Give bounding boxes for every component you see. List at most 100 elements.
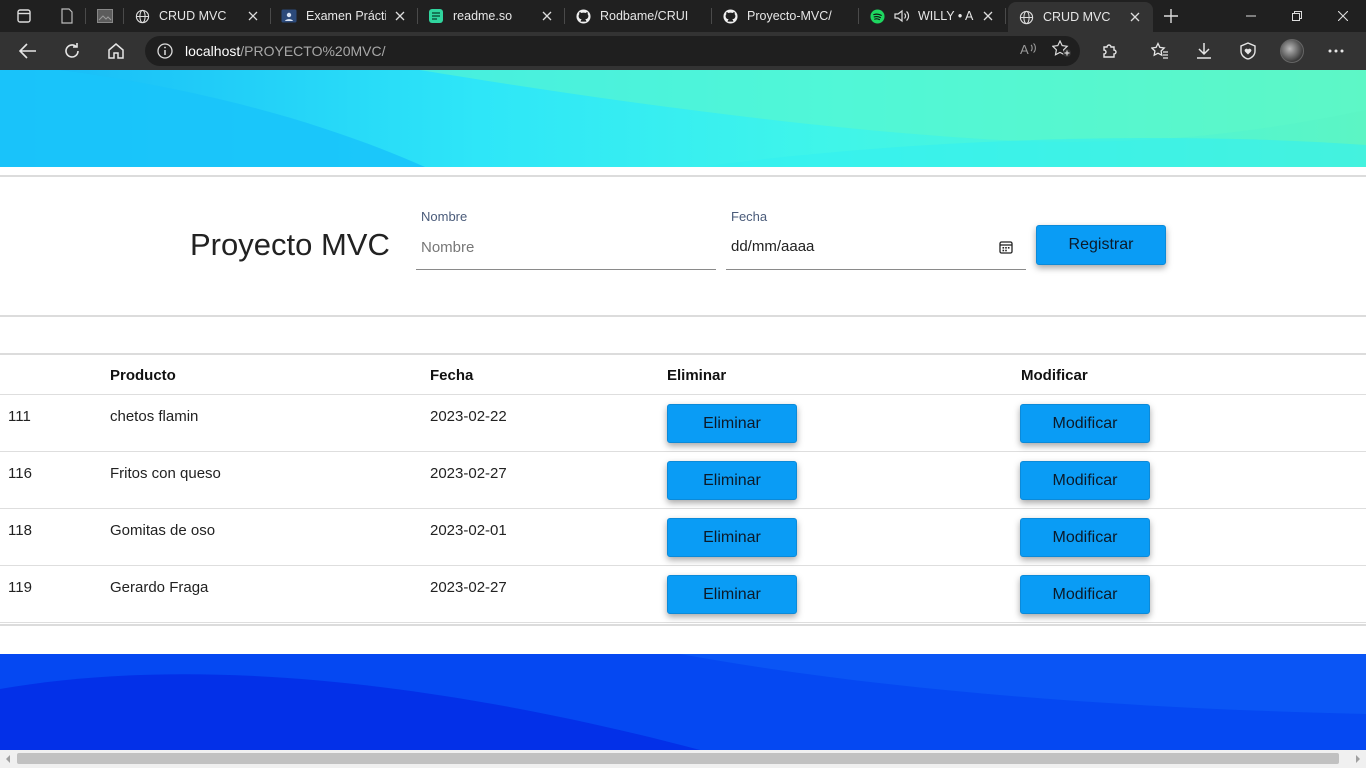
tab-5[interactable]: Rodbame/CRUI	[565, 0, 712, 32]
tab-8-active[interactable]: CRUD MVC	[1008, 2, 1153, 32]
site-info-icon[interactable]	[145, 43, 185, 59]
modificar-button[interactable]: Modificar	[1020, 518, 1150, 557]
minimize-button[interactable]	[1228, 0, 1274, 32]
github-icon	[722, 8, 738, 24]
row-fecha: 2023-02-01	[430, 522, 507, 539]
tab-title: Examen Práctic	[306, 9, 386, 23]
divider-line	[0, 624, 1366, 626]
fecha-input[interactable]: dd/mm/aaaa	[731, 238, 814, 255]
extensions-button[interactable]	[1088, 32, 1132, 70]
horizontal-scrollbar[interactable]	[0, 750, 1366, 768]
close-tab-icon[interactable]	[980, 8, 996, 24]
nombre-label: Nombre	[421, 209, 468, 224]
more-icon	[1328, 49, 1344, 53]
home-button[interactable]	[94, 32, 138, 70]
fecha-label: Fecha	[731, 209, 768, 224]
tab-3[interactable]: Examen Práctic	[271, 0, 418, 32]
address-actions: A	[1020, 36, 1072, 66]
eliminar-button[interactable]: Eliminar	[667, 575, 797, 614]
readme-icon	[428, 8, 444, 24]
close-tab-icon[interactable]	[1127, 9, 1143, 25]
tab-title: readme.so	[453, 9, 513, 23]
divider-line	[0, 175, 1366, 177]
eliminar-button[interactable]: Eliminar	[667, 518, 797, 557]
nombre-input[interactable]	[416, 232, 716, 262]
tab-title: CRUD MVC	[159, 9, 227, 23]
window-controls	[1228, 0, 1366, 32]
page-icon	[59, 8, 75, 24]
spotify-icon	[869, 8, 885, 24]
tab-6[interactable]: Proyecto-MVC/	[712, 0, 859, 32]
nombre-field: Nombre	[416, 208, 716, 270]
download-icon	[1197, 43, 1211, 59]
tab-actions-button[interactable]	[0, 0, 48, 32]
avatar	[1280, 39, 1304, 63]
row-id: 119	[8, 579, 32, 596]
registrar-button[interactable]: Registrar	[1036, 225, 1166, 265]
modificar-button[interactable]: Modificar	[1020, 404, 1150, 443]
tab-actions-icon	[17, 9, 31, 23]
classroom-icon	[281, 8, 297, 24]
row-fecha: 2023-02-27	[430, 579, 507, 596]
top-wave-banner	[0, 70, 1366, 167]
new-tab-button[interactable]	[1153, 0, 1189, 32]
column-header-fecha: Fecha	[430, 367, 474, 384]
browser-essentials-button[interactable]	[1226, 32, 1270, 70]
url-path: /PROYECTO%20MVC/	[240, 43, 386, 59]
profile-button[interactable]	[1270, 32, 1314, 70]
browser-toolbar: localhost/PROYECTO%20MVC/ A	[0, 32, 1366, 70]
shield-heart-icon	[1240, 42, 1256, 60]
eliminar-button[interactable]: Eliminar	[667, 404, 797, 443]
reload-button[interactable]	[50, 32, 94, 70]
globe-icon	[1018, 9, 1034, 25]
settings-menu-button[interactable]	[1314, 32, 1358, 70]
row-producto: Fritos con queso	[110, 465, 221, 482]
add-favorite-icon[interactable]	[1051, 39, 1072, 62]
modificar-button[interactable]: Modificar	[1020, 461, 1150, 500]
favorites-button[interactable]	[1138, 32, 1182, 70]
tab-4[interactable]: readme.so	[418, 0, 565, 32]
column-header-eliminar: Eliminar	[667, 367, 727, 384]
row-fecha: 2023-02-22	[430, 408, 507, 425]
address-bar[interactable]: localhost/PROYECTO%20MVC/ A	[145, 36, 1080, 66]
speaker-icon[interactable]	[894, 8, 912, 24]
calendar-icon[interactable]	[998, 239, 1014, 255]
read-aloud-icon[interactable]: A	[1020, 41, 1038, 61]
downloads-button[interactable]	[1182, 32, 1226, 70]
close-tab-icon[interactable]	[539, 8, 555, 24]
tab-1[interactable]	[86, 0, 124, 32]
scrollbar-thumb[interactable]	[17, 753, 1339, 764]
close-window-button[interactable]	[1320, 0, 1366, 32]
scroll-left-arrow-icon[interactable]	[3, 754, 13, 764]
row-id: 118	[8, 522, 32, 539]
restore-button[interactable]	[1274, 0, 1320, 32]
tab-0[interactable]	[48, 0, 86, 32]
row-fecha: 2023-02-27	[430, 465, 507, 482]
github-icon	[575, 8, 591, 24]
close-tab-icon[interactable]	[245, 8, 261, 24]
tab-2[interactable]: CRUD MVC	[124, 0, 271, 32]
tab-title: CRUD MVC	[1043, 10, 1111, 24]
globe-icon	[134, 8, 150, 24]
home-icon	[108, 43, 124, 59]
back-button[interactable]	[6, 32, 50, 70]
page-viewport: Proyecto MVC Nombre Fecha dd/mm/aaaa Reg…	[0, 70, 1366, 750]
table-row: 111 chetos flamin 2023-02-22 Eliminar Mo…	[0, 395, 1366, 452]
registration-form: Proyecto MVC Nombre Fecha dd/mm/aaaa Reg…	[0, 178, 1366, 315]
url-host: localhost	[185, 43, 241, 59]
page-title: Proyecto MVC	[190, 227, 390, 262]
eliminar-button[interactable]: Eliminar	[667, 461, 797, 500]
scroll-right-arrow-icon[interactable]	[1353, 754, 1363, 764]
favorites-icon	[1151, 42, 1168, 59]
divider-line	[0, 315, 1366, 317]
close-tab-icon[interactable]	[392, 8, 408, 24]
svg-text:A: A	[1020, 42, 1029, 57]
tab-7[interactable]: WILLY • Ar	[859, 0, 1006, 32]
row-id: 116	[8, 465, 32, 482]
table-row: 119 Gerardo Fraga 2023-02-27 Eliminar Mo…	[0, 566, 1366, 623]
table-header: Producto Fecha Eliminar Modificar	[0, 355, 1366, 395]
modificar-button[interactable]: Modificar	[1020, 575, 1150, 614]
minimize-icon	[1246, 15, 1256, 17]
table-row: 116 Fritos con queso 2023-02-27 Eliminar…	[0, 452, 1366, 509]
row-producto: chetos flamin	[110, 408, 199, 425]
